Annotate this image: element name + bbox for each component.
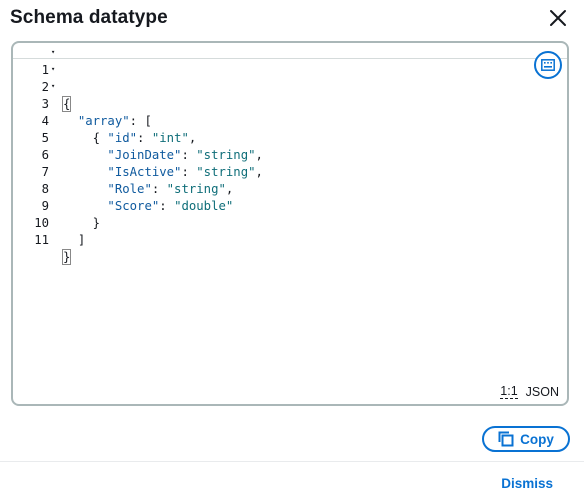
modal-title: Schema datatype: [10, 7, 168, 28]
code-line: 2 ▾ "array": [: [13, 62, 567, 128]
code-line: 4 "id": "int",: [13, 96, 567, 145]
code-line: 5 "JoinDate": "string",: [13, 113, 567, 162]
code-line: 8 "Score": "double": [13, 164, 567, 213]
dismiss-button[interactable]: Dismiss: [501, 476, 553, 491]
code-line: 10 ]: [13, 198, 567, 247]
cursor-position[interactable]: 1:1: [500, 385, 518, 399]
copy-icon: [498, 431, 514, 447]
code-line: 6 "IsActive": "string",: [13, 130, 567, 179]
line-number: 11: [34, 233, 49, 247]
editor-status-bar: 1:1 JSON: [500, 385, 559, 399]
code-line: 9 }: [13, 181, 567, 230]
copy-button[interactable]: Copy: [482, 426, 570, 452]
keyboard-shortcuts-button[interactable]: [534, 51, 562, 79]
code-line: 1 ▾ {: [13, 45, 567, 112]
keyboard-icon: [541, 59, 555, 71]
fold-toggle-icon[interactable]: ▾: [51, 79, 55, 94]
json-close-brace: }: [61, 249, 72, 265]
footer-divider: [0, 461, 584, 462]
fold-toggle-icon[interactable]: ▾: [51, 62, 55, 77]
fold-toggle-icon[interactable]: ▾: [51, 45, 55, 60]
close-button[interactable]: [547, 7, 569, 29]
code-line: 11 }: [13, 215, 567, 265]
copy-button-label: Copy: [520, 431, 554, 447]
code-line: 7 "Role": "string",: [13, 147, 567, 196]
close-icon: [550, 10, 566, 26]
code-line: 3 ▾ {: [13, 79, 567, 145]
json-array-close: ]: [77, 233, 86, 247]
code-editor[interactable]: 1 ▾ { 2 ▾ "array": [ 3 ▾ { 4 "id": "int"…: [11, 41, 569, 406]
code-content[interactable]: 1 ▾ { 2 ▾ "array": [ 3 ▾ { 4 "id": "int"…: [13, 45, 567, 265]
language-label: JSON: [525, 385, 559, 399]
